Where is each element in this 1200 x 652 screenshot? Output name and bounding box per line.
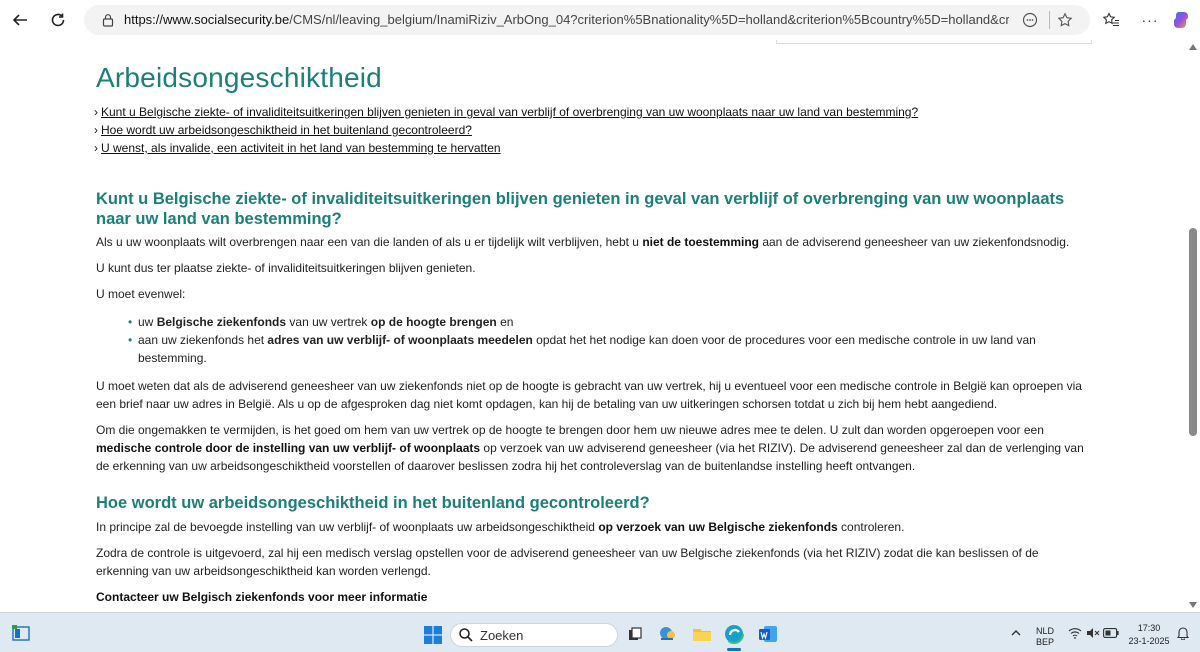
notification-bell-icon[interactable] bbox=[1175, 625, 1191, 641]
toc-link-1[interactable]: Kunt u Belgische ziekte- of invaliditeit… bbox=[101, 105, 918, 119]
section1-paragraph-3: U moet evenwel: bbox=[96, 287, 186, 301]
file-explorer-icon[interactable] bbox=[690, 623, 714, 645]
favorites-icon[interactable] bbox=[1097, 6, 1125, 34]
page-viewport: Arbeidsongeschiktheid › Kunt u Belgische … bbox=[0, 40, 1186, 612]
copilot-icon[interactable] bbox=[1168, 6, 1196, 34]
refresh-icon[interactable] bbox=[44, 6, 72, 34]
list-item: aan uw ziekenfonds het adres van uw verb… bbox=[128, 331, 1096, 367]
toc-item: › U wenst, als invalide, een activiteit i… bbox=[94, 141, 501, 155]
section1-paragraph-4: U moet weten dat als de adviserend genee… bbox=[96, 379, 1082, 411]
browser-toolbar: https://www.socialsecurity.be/CMS/nl/lea… bbox=[0, 0, 1200, 40]
section2-paragraph-1: In principe zal de bevoegde instelling v… bbox=[96, 520, 905, 534]
task-view-icon[interactable] bbox=[624, 623, 646, 645]
favorite-star-icon[interactable] bbox=[1053, 8, 1077, 32]
section-heading-2: Hoe wordt uw arbeidsongeschiktheid in he… bbox=[96, 494, 650, 512]
address-separator bbox=[1049, 11, 1050, 29]
clock[interactable]: 17:30 23-1-2025 bbox=[1124, 623, 1174, 647]
search-label: Zoeken bbox=[480, 628, 524, 643]
search-icon bbox=[458, 627, 474, 643]
scroll-down-icon[interactable] bbox=[1189, 602, 1197, 608]
section1-paragraph-1: Als u uw woonplaats wilt overbrengen naa… bbox=[96, 235, 1070, 249]
page-title: Arbeidsongeschiktheid bbox=[96, 62, 382, 93]
list-item: uw Belgische ziekenfonds van uw vertrek … bbox=[128, 313, 1096, 331]
edge-browser-icon[interactable] bbox=[722, 622, 746, 646]
taskbar: Zoeken NLD BEP 17:30 23-1-2025 bbox=[0, 612, 1200, 652]
reading-mode-icon[interactable] bbox=[1018, 8, 1042, 32]
language-indicator[interactable]: NLD BEP bbox=[1032, 626, 1058, 648]
wifi-icon[interactable] bbox=[1066, 625, 1084, 641]
section2-paragraph-3: Contacteer uw Belgisch ziekenfonds voor … bbox=[96, 590, 428, 604]
taskbar-search-box[interactable] bbox=[450, 623, 618, 647]
top-panel-edge bbox=[776, 40, 1092, 44]
section1-paragraph-2: U kunt dus ter plaatse ziekte- of invali… bbox=[96, 261, 476, 275]
more-menu-icon[interactable]: ··· bbox=[1136, 6, 1164, 34]
weather-app-icon[interactable] bbox=[656, 623, 680, 645]
section2-paragraph-2: Zodra de controle is uitgevoerd, zal hij… bbox=[96, 546, 1039, 578]
lock-icon[interactable] bbox=[98, 10, 118, 30]
start-windows-icon[interactable] bbox=[422, 624, 444, 646]
scrollbar-thumb[interactable] bbox=[1189, 228, 1197, 436]
volume-muted-icon[interactable] bbox=[1084, 625, 1102, 641]
battery-icon[interactable] bbox=[1102, 625, 1120, 641]
table-of-contents: › Kunt u Belgische ziekte- of invaliditei… bbox=[94, 104, 1096, 158]
toc-item: › Kunt u Belgische ziekte- of invaliditei… bbox=[94, 105, 919, 119]
widgets-icon[interactable] bbox=[10, 623, 32, 643]
section-heading-1: Kunt u Belgische ziekte- of invaliditeit… bbox=[96, 190, 1065, 228]
word-app-icon[interactable] bbox=[756, 622, 780, 646]
scroll-up-icon[interactable] bbox=[1189, 44, 1197, 50]
chevron-up-icon[interactable] bbox=[1008, 625, 1024, 641]
toc-link-3[interactable]: U wenst, als invalide, een activiteit in… bbox=[101, 141, 501, 155]
requirements-list: uw Belgische ziekenfonds van uw vertrek … bbox=[128, 313, 1096, 367]
toc-item: › Hoe wordt uw arbeidsongeschiktheid in h… bbox=[94, 123, 472, 137]
page-content: Arbeidsongeschiktheid › Kunt u Belgische … bbox=[94, 62, 1096, 606]
url-text[interactable]: https://www.socialsecurity.be/CMS/nl/lea… bbox=[124, 12, 1009, 27]
back-arrow-icon[interactable] bbox=[6, 6, 34, 34]
edge-active-indicator bbox=[727, 648, 741, 651]
section1-paragraph-5: Om die ongemakken te vermijden, is het g… bbox=[96, 423, 1084, 473]
page-scrollbar[interactable] bbox=[1186, 40, 1200, 612]
toc-link-2[interactable]: Hoe wordt uw arbeidsongeschiktheid in he… bbox=[101, 123, 472, 137]
